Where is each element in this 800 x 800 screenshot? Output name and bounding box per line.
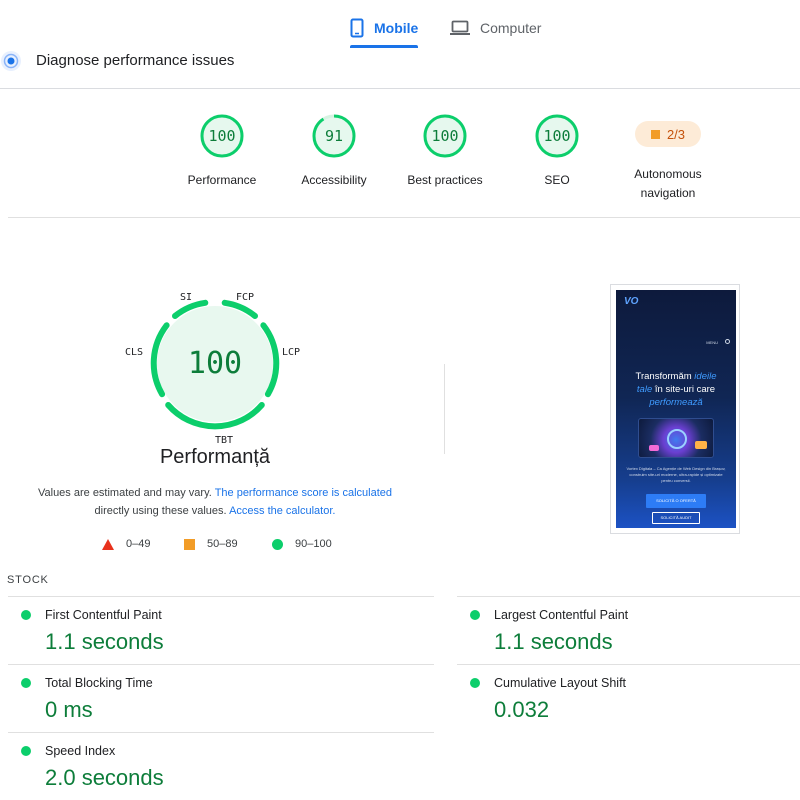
- note-text: Values are estimated and may vary.: [37, 487, 212, 499]
- fraction-badge: 2/3: [635, 121, 701, 147]
- score-value: 91: [324, 127, 344, 145]
- metric-name: Largest Contentful Paint: [494, 608, 629, 622]
- page-title: Diagnose performance issues: [36, 52, 235, 69]
- legend-label: 90–100: [295, 538, 332, 550]
- lighthouse-icon: [1, 51, 21, 71]
- site-paragraph: Vortex Digitala – Ca Agenție de Web Desi…: [626, 466, 726, 483]
- good-circle-icon: [21, 746, 31, 756]
- category-label: Performance: [187, 173, 257, 187]
- metrics-title: STOCK: [7, 574, 49, 586]
- legend-label: 0–49: [126, 538, 151, 550]
- laptop-icon: [450, 20, 470, 35]
- gauge-title: Performanță: [159, 446, 271, 468]
- metric-value: 0.032: [494, 697, 550, 722]
- score-value: 100: [543, 127, 571, 145]
- metric-value: 1.1 seconds: [494, 629, 613, 654]
- good-circle-icon: [272, 538, 283, 550]
- score-calculated-link[interactable]: The performance score is calculated: [215, 487, 392, 499]
- good-circle-icon: [21, 610, 31, 620]
- headline-text: în site-uri care: [654, 384, 716, 395]
- category-scores-card: 100 Performance 91 Accessibility 100 Bes…: [0, 88, 800, 218]
- average-square-icon: [184, 538, 195, 550]
- category-accessibility[interactable]: 91 Accessibility: [279, 113, 389, 190]
- site-offer-button: SOLICITĂ O OFERTĂ: [646, 494, 706, 508]
- hero-image: [638, 418, 714, 458]
- score-gauge: 100: [422, 113, 468, 159]
- metric-fcp: First Contentful Paint 1.1 seconds: [8, 596, 434, 664]
- metric-tbt: Total Blocking Time 0 ms: [8, 664, 434, 732]
- legend-average: 50–89: [184, 538, 238, 550]
- tab-computer[interactable]: Computer: [450, 10, 541, 46]
- poor-triangle-icon: [102, 538, 114, 550]
- metric-value: 2.0 seconds: [45, 765, 164, 790]
- site-menu-text: MENU: [706, 340, 718, 345]
- metric-name: Total Blocking Time: [45, 676, 153, 690]
- score-value: 100: [208, 127, 236, 145]
- gauge-label-tbt: TBT: [215, 435, 234, 446]
- category-label: Autonomous navigation: [613, 165, 723, 203]
- category-autonomous-navigation[interactable]: 2/3 Autonomous navigation: [613, 119, 723, 203]
- metric-name: Cumulative Layout Shift: [494, 676, 627, 690]
- metric-lcp: Largest Contentful Paint 1.1 seconds: [457, 596, 800, 664]
- category-label: Accessibility: [301, 173, 367, 187]
- vertical-divider: [444, 364, 445, 454]
- gauge-label-fcp: FCP: [236, 292, 255, 303]
- category-seo[interactable]: 100 SEO: [502, 113, 612, 190]
- screenshot-image: VO MENU Transformăm ideile tale în site-…: [616, 290, 736, 528]
- tab-computer-label: Computer: [480, 20, 542, 36]
- score-value: 100: [431, 127, 459, 145]
- smartphone-icon: [350, 18, 364, 38]
- metric-si: Speed Index 2.0 seconds: [8, 732, 434, 800]
- headline-highlight: ideile: [694, 371, 717, 382]
- metric-value: 0 ms: [45, 697, 93, 722]
- gauge-label-lcp: LCP: [282, 347, 301, 358]
- category-performance[interactable]: 100 Performance: [167, 113, 277, 190]
- legend-poor: 0–49: [102, 538, 150, 550]
- active-tab-indicator: [350, 45, 419, 48]
- divider: [8, 217, 800, 218]
- device-tabs: Mobile Computer: [0, 0, 800, 48]
- average-square-icon: [650, 129, 660, 139]
- gauge-label-si: SI: [180, 292, 193, 303]
- headline-highlight: tale: [636, 384, 653, 395]
- legend-label: 50–89: [207, 538, 238, 550]
- label-line: navigation: [640, 186, 696, 200]
- headline-text: Transformăm: [635, 371, 692, 382]
- tab-mobile[interactable]: Mobile: [350, 10, 419, 48]
- calculator-link[interactable]: Access the calculator.: [229, 505, 335, 517]
- tab-mobile-label: Mobile: [374, 20, 419, 36]
- metric-name: First Contentful Paint: [45, 608, 162, 622]
- gauge-label-cls: CLS: [125, 347, 144, 358]
- headline-highlight: performează: [649, 397, 703, 408]
- page-screenshot[interactable]: VO MENU Transformăm ideile tale în site-…: [610, 284, 740, 534]
- category-label: Best practices: [407, 173, 483, 187]
- score-gauge: 100: [534, 113, 580, 159]
- metric-name: Speed Index: [45, 744, 116, 758]
- good-circle-icon: [21, 678, 31, 688]
- good-circle-icon: [470, 678, 480, 688]
- score-note: Values are estimated and may vary. The p…: [20, 484, 410, 520]
- label-line: Autonomous: [634, 167, 702, 181]
- metric-cls: Cumulative Layout Shift 0.032: [457, 664, 800, 732]
- metric-value: 1.1 seconds: [45, 629, 164, 654]
- category-label: SEO: [544, 173, 570, 187]
- score-gauge: 91: [311, 113, 357, 159]
- site-logo: VO: [624, 296, 639, 307]
- search-icon: [725, 339, 730, 344]
- score-legend: 0–49 50–89 90–100: [100, 538, 360, 552]
- site-headline: Transformăm ideile tale în site-uri care…: [622, 370, 730, 409]
- legend-good: 90–100: [272, 538, 332, 550]
- diagnose-header: Diagnose performance issues: [0, 50, 800, 74]
- site-audit-button: SOLICITĂ AUDIT: [652, 512, 700, 524]
- badge-value: 2/3: [666, 126, 686, 142]
- gauge-score: 100: [187, 346, 243, 381]
- category-best-practices[interactable]: 100 Best practices: [390, 113, 500, 190]
- note-text: directly using these values.: [94, 505, 227, 517]
- good-circle-icon: [470, 610, 480, 620]
- score-gauge: 100: [199, 113, 245, 159]
- performance-gauge: SI FCP LCP TBT CLS 100: [120, 288, 310, 458]
